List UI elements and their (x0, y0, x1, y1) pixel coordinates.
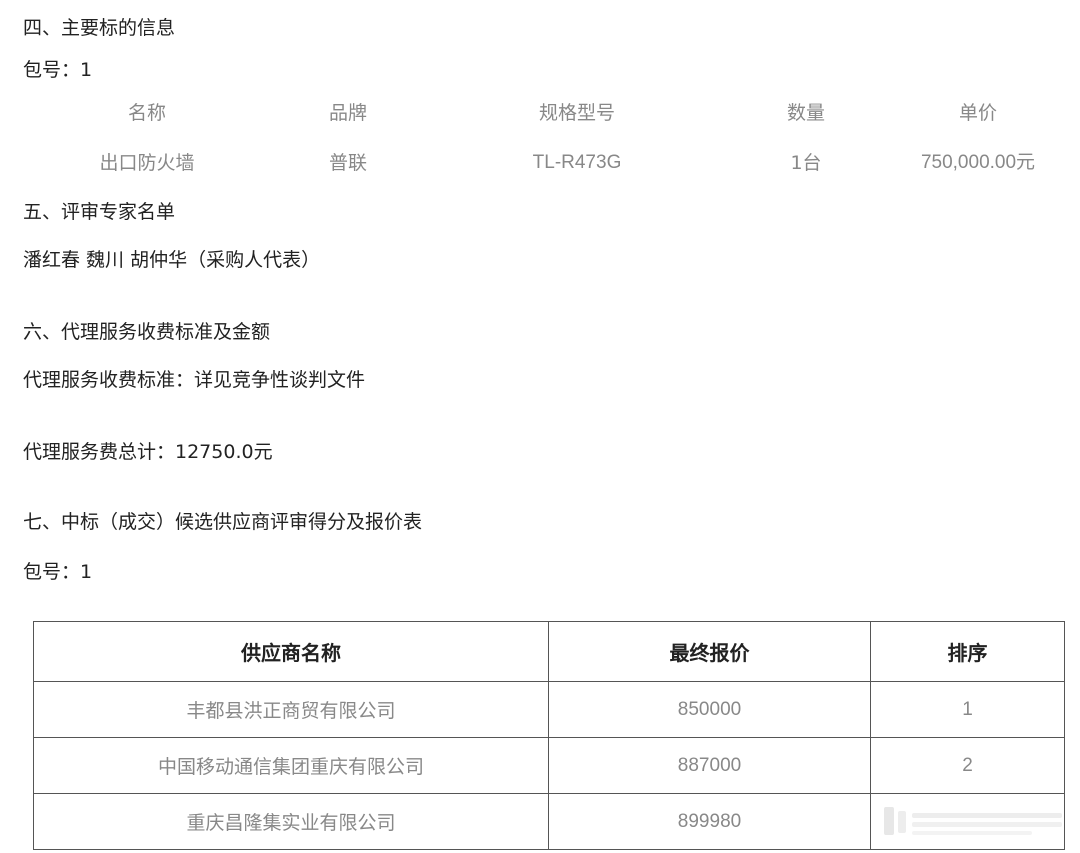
final-price: 899980 (548, 793, 871, 850)
section5-heading: 五、评审专家名单 (23, 201, 176, 223)
item-table-row: 出口防火墙 普联 TL-R473G 1台 750,000.00元 (0, 148, 1080, 178)
rank: 2 (870, 737, 1065, 794)
col-model: 规格型号 (538, 102, 616, 124)
section4-heading: 四、主要标的信息 (23, 17, 176, 39)
col-quantity: 数量 (786, 102, 826, 124)
col-name: 名称 (127, 102, 167, 124)
table-row: 丰都县洪正商贸有限公司 850000 1 (33, 681, 1065, 738)
fee-standard: 代理服务收费标准：详见竞争性谈判文件 (23, 369, 366, 391)
item-model: TL-R473G (532, 152, 622, 173)
table-row: 中国移动通信集团重庆有限公司 887000 2 (33, 737, 1065, 794)
col-unit-price: 单价 (958, 102, 998, 124)
item-quantity: 1台 (790, 152, 822, 174)
header-supplier-name: 供应商名称 (33, 621, 549, 682)
supplier-name: 重庆昌隆集实业有限公司 (33, 793, 549, 850)
watermark-graphic (884, 807, 1062, 835)
item-unit-price: 750,000.00元 (920, 152, 1036, 173)
header-rank: 排序 (870, 621, 1065, 682)
final-price: 850000 (548, 681, 871, 738)
col-brand: 品牌 (328, 102, 368, 124)
table-header-row: 供应商名称 最终报价 排序 (33, 621, 1065, 682)
fee-total: 代理服务费总计：12750.0元 (23, 441, 273, 463)
header-final-price: 最终报价 (548, 621, 871, 682)
final-price: 887000 (548, 737, 871, 794)
supplier-name: 丰都县洪正商贸有限公司 (33, 681, 549, 738)
item-brand: 普联 (328, 152, 368, 174)
item-table-header: 名称 品牌 规格型号 数量 单价 (0, 98, 1080, 128)
section7-package: 包号：1 (23, 561, 93, 583)
rank: 1 (870, 681, 1065, 738)
section4-package: 包号：1 (23, 59, 93, 81)
supplier-name: 中国移动通信集团重庆有限公司 (33, 737, 549, 794)
expert-list: 潘红春 魏川 胡仲华（采购人代表） (23, 249, 321, 271)
section6-heading: 六、代理服务收费标准及金额 (23, 321, 271, 343)
section7-heading: 七、中标（成交）候选供应商评审得分及报价表 (23, 511, 423, 533)
item-name: 出口防火墙 (99, 152, 195, 174)
